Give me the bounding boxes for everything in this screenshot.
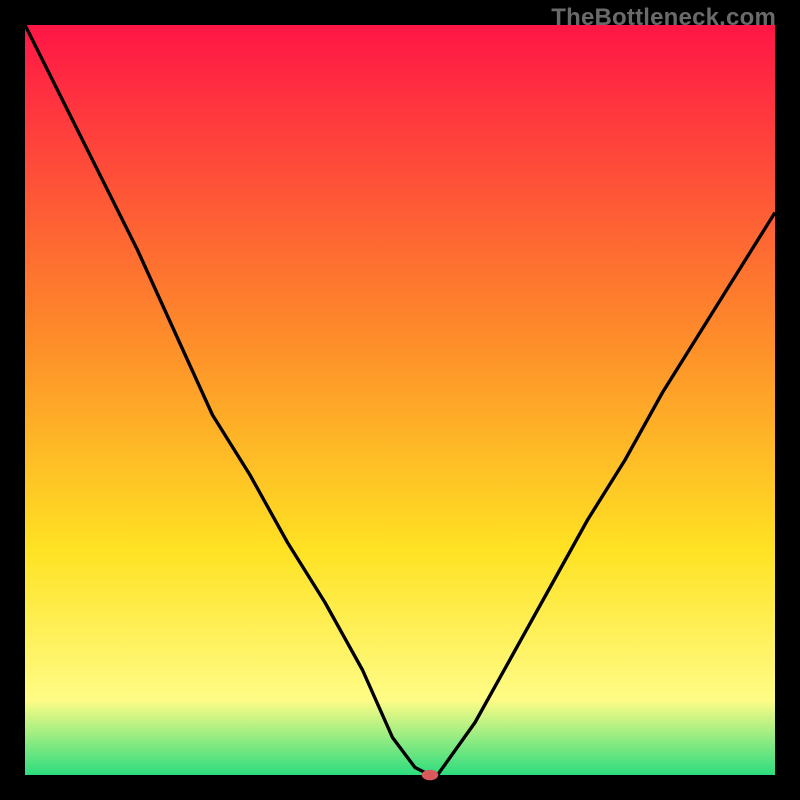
- curve-layer: [25, 25, 775, 775]
- watermark-text: TheBottleneck.com: [551, 4, 776, 32]
- bottleneck-curve: [25, 25, 775, 775]
- plot-area: [25, 25, 775, 775]
- minimum-marker: [422, 770, 439, 781]
- chart-stage: TheBottleneck.com: [0, 0, 800, 800]
